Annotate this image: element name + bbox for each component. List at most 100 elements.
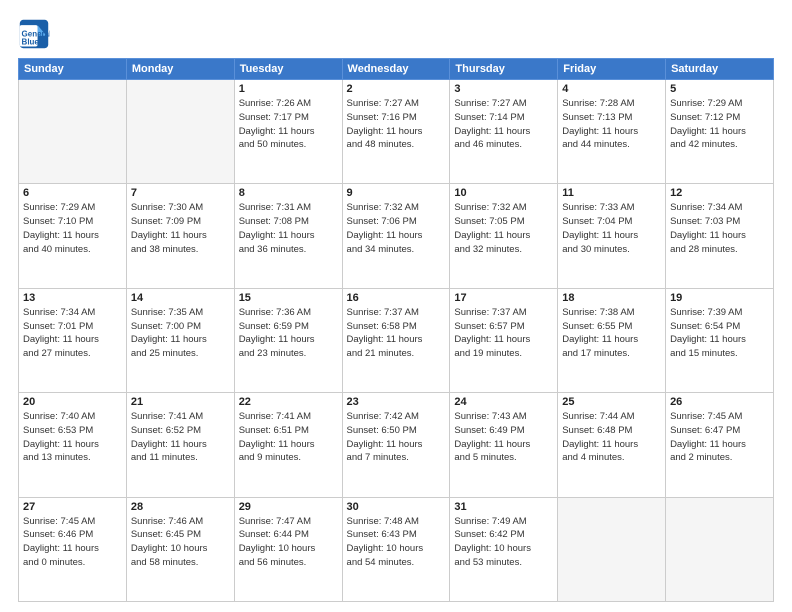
day-cell: 22Sunrise: 7:41 AM Sunset: 6:51 PM Dayli…: [234, 393, 342, 497]
day-number: 25: [562, 396, 661, 408]
day-info: Sunrise: 7:31 AM Sunset: 7:08 PM Dayligh…: [239, 201, 338, 256]
day-cell: 20 Sunrise: 7:40 AM Sunset: 6:53 PM Dayli…: [19, 393, 127, 497]
day-cell: 25 Sunrise: 7:44 AM Sunset: 6:48 PM Dayli…: [558, 393, 666, 497]
day-cell: 2 Sunrise: 7:27 AM Sunset: 7:16 PM Daylig…: [342, 80, 450, 184]
day-cell: 29Sunrise: 7:47 AM Sunset: 6:44 PM Dayli…: [234, 497, 342, 601]
day-number: 6: [23, 187, 122, 199]
svg-text:Blue: Blue: [22, 38, 40, 47]
day-number: 29: [239, 501, 338, 513]
day-info: Sunrise: 7:26 AM Sunset: 7:17 PM Dayligh…: [239, 97, 338, 152]
logo: General Blue: [18, 18, 50, 50]
day-cell: 17Sunrise: 7:37 AM Sunset: 6:57 PM Dayli…: [450, 288, 558, 392]
day-info: Sunrise: 7:49 AM Sunset: 6:42 PM Dayligh…: [454, 515, 553, 570]
week-row-3: 20 Sunrise: 7:40 AM Sunset: 6:53 PM Dayli…: [19, 393, 774, 497]
day-number: 27: [23, 501, 122, 513]
day-number: 18: [562, 292, 661, 304]
day-cell: 23 Sunrise: 7:42 AM Sunset: 6:50 PM Dayli…: [342, 393, 450, 497]
day-info: Sunrise: 7:29 AM Sunset: 7:10 PM Dayligh…: [23, 201, 122, 256]
day-number: 22: [239, 396, 338, 408]
day-info: Sunrise: 7:30 AM Sunset: 7:09 PM Dayligh…: [131, 201, 230, 256]
day-cell: 5Sunrise: 7:29 AM Sunset: 7:12 PM Daylig…: [666, 80, 774, 184]
day-number: 23: [347, 396, 446, 408]
day-info: Sunrise: 7:34 AM Sunset: 7:03 PM Dayligh…: [670, 201, 769, 256]
day-number: 21: [131, 396, 230, 408]
day-cell: 30 Sunrise: 7:48 AM Sunset: 6:43 PM Dayli…: [342, 497, 450, 601]
day-cell: 24 Sunrise: 7:43 AM Sunset: 6:49 PM Dayli…: [450, 393, 558, 497]
day-cell: 15Sunrise: 7:36 AM Sunset: 6:59 PM Dayli…: [234, 288, 342, 392]
day-info: Sunrise: 7:41 AM Sunset: 6:52 PM Dayligh…: [131, 410, 230, 465]
day-cell: 13Sunrise: 7:34 AM Sunset: 7:01 PM Dayli…: [19, 288, 127, 392]
day-number: 8: [239, 187, 338, 199]
day-info: Sunrise: 7:27 AM Sunset: 7:14 PM Dayligh…: [454, 97, 553, 152]
day-info: Sunrise: 7:40 AM Sunset: 6:53 PM Dayligh…: [23, 410, 122, 465]
day-info: Sunrise: 7:46 AM Sunset: 6:45 PM Dayligh…: [131, 515, 230, 570]
day-number: 31: [454, 501, 553, 513]
day-info: Sunrise: 7:43 AM Sunset: 6:49 PM Dayligh…: [454, 410, 553, 465]
day-number: 30: [347, 501, 446, 513]
week-row-4: 27 Sunrise: 7:45 AM Sunset: 6:46 PM Dayli…: [19, 497, 774, 601]
day-number: 12: [670, 187, 769, 199]
day-cell: 28 Sunrise: 7:46 AM Sunset: 6:45 PM Dayli…: [126, 497, 234, 601]
day-cell: [558, 497, 666, 601]
day-info: Sunrise: 7:38 AM Sunset: 6:55 PM Dayligh…: [562, 306, 661, 361]
day-info: Sunrise: 7:27 AM Sunset: 7:16 PM Dayligh…: [347, 97, 446, 152]
day-cell: 12 Sunrise: 7:34 AM Sunset: 7:03 PM Dayli…: [666, 184, 774, 288]
calendar: SundayMondayTuesdayWednesdayThursdayFrid…: [18, 58, 774, 602]
day-cell: 18 Sunrise: 7:38 AM Sunset: 6:55 PM Dayli…: [558, 288, 666, 392]
day-info: Sunrise: 7:44 AM Sunset: 6:48 PM Dayligh…: [562, 410, 661, 465]
weekday-monday: Monday: [126, 59, 234, 80]
day-cell: [19, 80, 127, 184]
day-cell: 26 Sunrise: 7:45 AM Sunset: 6:47 PM Dayli…: [666, 393, 774, 497]
day-cell: 31 Sunrise: 7:49 AM Sunset: 6:42 PM Dayli…: [450, 497, 558, 601]
day-number: 7: [131, 187, 230, 199]
day-cell: 3 Sunrise: 7:27 AM Sunset: 7:14 PM Daylig…: [450, 80, 558, 184]
day-number: 28: [131, 501, 230, 513]
day-info: Sunrise: 7:48 AM Sunset: 6:43 PM Dayligh…: [347, 515, 446, 570]
weekday-thursday: Thursday: [450, 59, 558, 80]
header: General Blue: [18, 18, 774, 50]
day-number: 19: [670, 292, 769, 304]
day-number: 14: [131, 292, 230, 304]
day-number: 1: [239, 83, 338, 95]
day-info: Sunrise: 7:45 AM Sunset: 6:46 PM Dayligh…: [23, 515, 122, 570]
day-number: 2: [347, 83, 446, 95]
day-info: Sunrise: 7:29 AM Sunset: 7:12 PM Dayligh…: [670, 97, 769, 152]
day-cell: 11Sunrise: 7:33 AM Sunset: 7:04 PM Dayli…: [558, 184, 666, 288]
day-number: 20: [23, 396, 122, 408]
day-number: 3: [454, 83, 553, 95]
weekday-friday: Friday: [558, 59, 666, 80]
day-info: Sunrise: 7:42 AM Sunset: 6:50 PM Dayligh…: [347, 410, 446, 465]
week-row-2: 13Sunrise: 7:34 AM Sunset: 7:01 PM Dayli…: [19, 288, 774, 392]
day-number: 10: [454, 187, 553, 199]
day-info: Sunrise: 7:45 AM Sunset: 6:47 PM Dayligh…: [670, 410, 769, 465]
weekday-wednesday: Wednesday: [342, 59, 450, 80]
day-info: Sunrise: 7:39 AM Sunset: 6:54 PM Dayligh…: [670, 306, 769, 361]
day-info: Sunrise: 7:35 AM Sunset: 7:00 PM Dayligh…: [131, 306, 230, 361]
day-cell: 27 Sunrise: 7:45 AM Sunset: 6:46 PM Dayli…: [19, 497, 127, 601]
day-cell: 16Sunrise: 7:37 AM Sunset: 6:58 PM Dayli…: [342, 288, 450, 392]
day-number: 9: [347, 187, 446, 199]
day-number: 17: [454, 292, 553, 304]
day-number: 24: [454, 396, 553, 408]
weekday-header-row: SundayMondayTuesdayWednesdayThursdayFrid…: [19, 59, 774, 80]
day-info: Sunrise: 7:32 AM Sunset: 7:06 PM Dayligh…: [347, 201, 446, 256]
day-cell: 8 Sunrise: 7:31 AM Sunset: 7:08 PM Daylig…: [234, 184, 342, 288]
day-info: Sunrise: 7:34 AM Sunset: 7:01 PM Dayligh…: [23, 306, 122, 361]
day-number: 4: [562, 83, 661, 95]
day-cell: 1 Sunrise: 7:26 AM Sunset: 7:17 PM Daylig…: [234, 80, 342, 184]
day-info: Sunrise: 7:36 AM Sunset: 6:59 PM Dayligh…: [239, 306, 338, 361]
day-cell: 6 Sunrise: 7:29 AM Sunset: 7:10 PM Daylig…: [19, 184, 127, 288]
day-cell: 9 Sunrise: 7:32 AM Sunset: 7:06 PM Daylig…: [342, 184, 450, 288]
day-cell: [666, 497, 774, 601]
week-row-0: 1 Sunrise: 7:26 AM Sunset: 7:17 PM Daylig…: [19, 80, 774, 184]
day-cell: 10 Sunrise: 7:32 AM Sunset: 7:05 PM Dayli…: [450, 184, 558, 288]
day-cell: 7 Sunrise: 7:30 AM Sunset: 7:09 PM Daylig…: [126, 184, 234, 288]
day-cell: 19 Sunrise: 7:39 AM Sunset: 6:54 PM Dayli…: [666, 288, 774, 392]
page: General Blue SundayMondayTuesdayWednesda…: [0, 0, 792, 612]
day-cell: [126, 80, 234, 184]
day-info: Sunrise: 7:28 AM Sunset: 7:13 PM Dayligh…: [562, 97, 661, 152]
day-cell: 14 Sunrise: 7:35 AM Sunset: 7:00 PM Dayli…: [126, 288, 234, 392]
day-info: Sunrise: 7:33 AM Sunset: 7:04 PM Dayligh…: [562, 201, 661, 256]
day-number: 26: [670, 396, 769, 408]
day-info: Sunrise: 7:32 AM Sunset: 7:05 PM Dayligh…: [454, 201, 553, 256]
